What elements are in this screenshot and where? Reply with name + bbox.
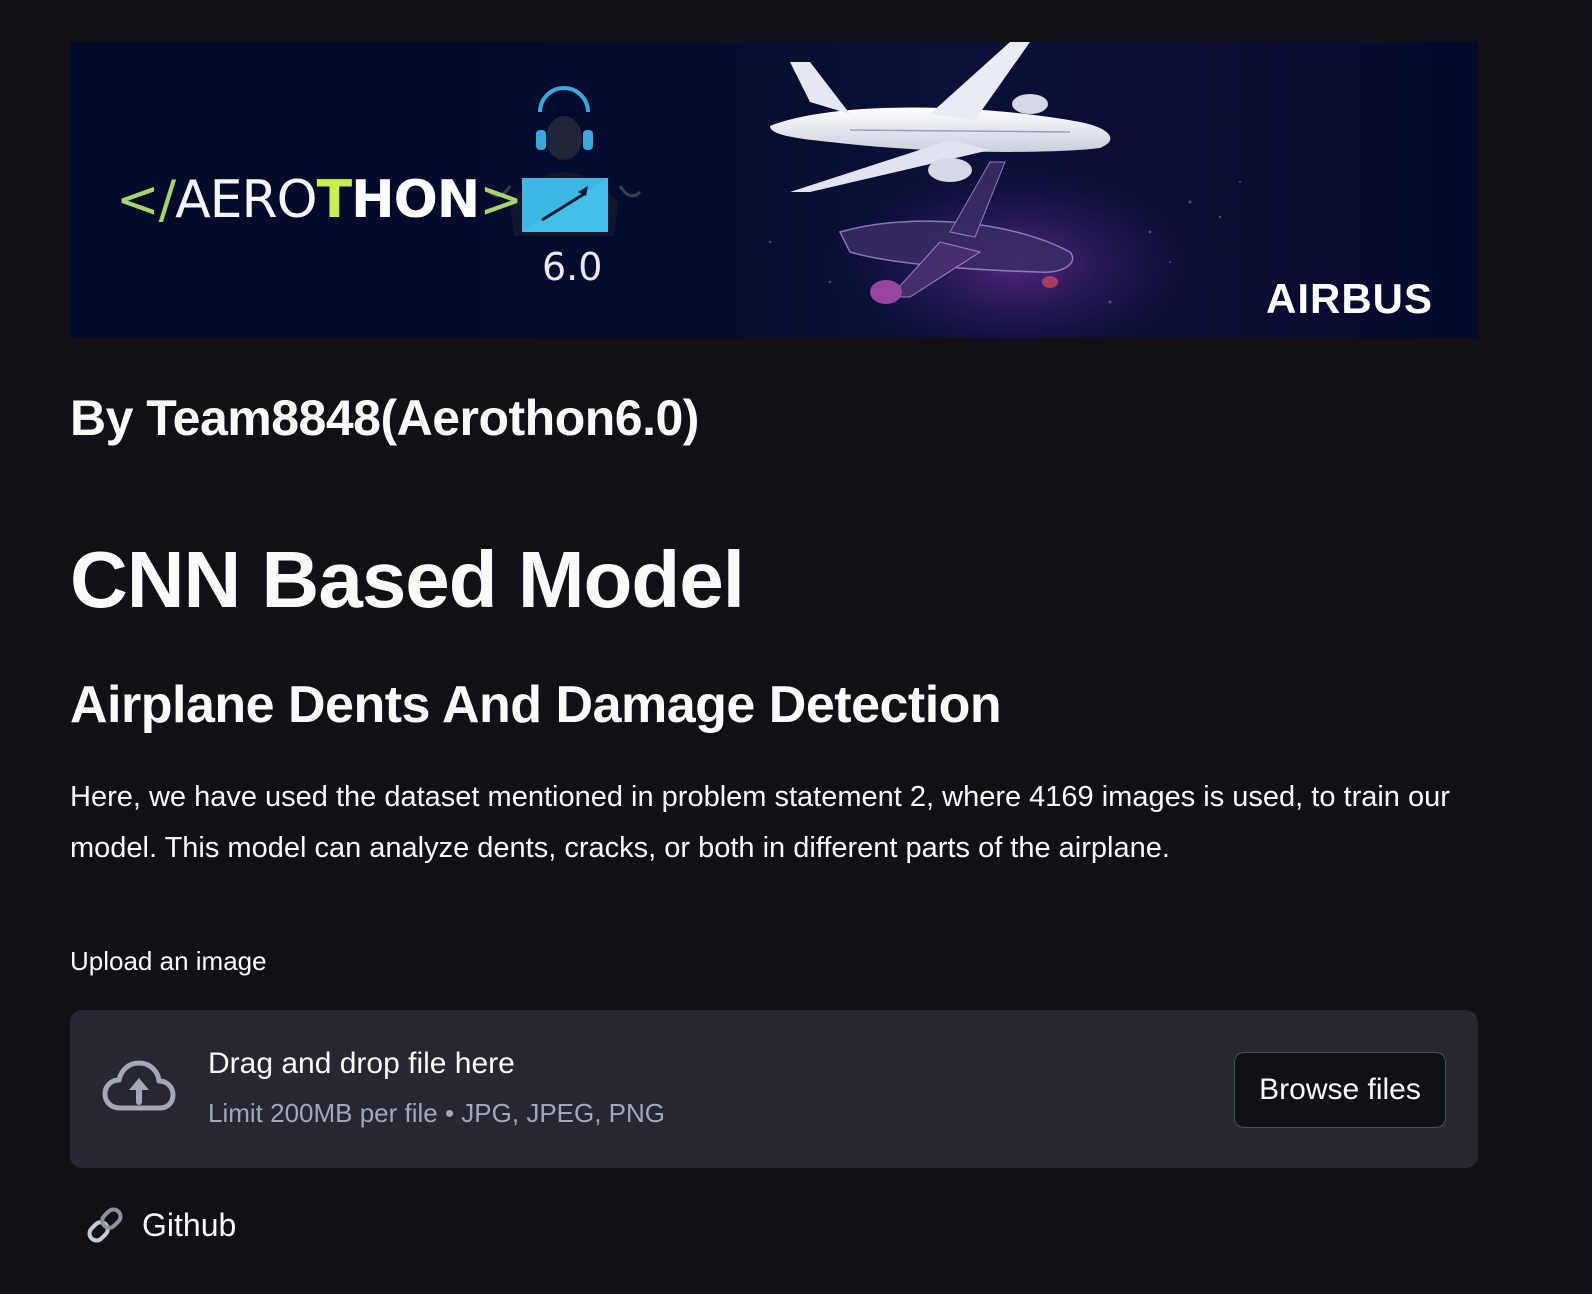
aerothon-logo: </AEROTHON> [116, 174, 523, 226]
github-link-label: Github [142, 1207, 237, 1243]
page-title: CNN Based Model [70, 535, 745, 624]
dropzone-limit: Limit 200MB per file • JPG, JPEG, PNG [208, 1098, 666, 1128]
page-subtitle: Airplane Dents And Damage Detection [70, 676, 1002, 734]
app-container: </AEROTHON> 6.0 AIRBUS By Team8848(Aerot… [70, 42, 1478, 1243]
browse-files-button[interactable]: Browse files [1234, 1052, 1446, 1128]
link-icon [87, 1207, 123, 1243]
dropzone-instructions: Drag and drop file here Limit 200MB per … [208, 1046, 665, 1129]
logo-thon-rest: HON [351, 170, 480, 230]
logo-thon-t: T [316, 170, 352, 230]
aerothon-banner: </AEROTHON> 6.0 AIRBUS [70, 42, 1478, 338]
dropzone-title: Drag and drop file here [208, 1047, 515, 1080]
upload-label: Upload an image [70, 946, 267, 976]
airbus-logo: AIRBUS [1266, 275, 1434, 322]
banner-version: 6.0 [542, 245, 603, 289]
cloud-upload-icon [102, 1060, 176, 1111]
file-dropzone[interactable]: Drag and drop file here Limit 200MB per … [70, 1010, 1478, 1168]
logo-open-bracket: </ [116, 170, 176, 230]
github-link[interactable]: Github [84, 1204, 236, 1246]
model-description: Here, we have used the dataset mentioned… [70, 781, 1450, 864]
team-heading: By Team8848(Aerothon6.0) [70, 390, 699, 446]
logo-close-bracket: > [479, 170, 523, 230]
logo-aero-text: AERO [175, 170, 317, 230]
